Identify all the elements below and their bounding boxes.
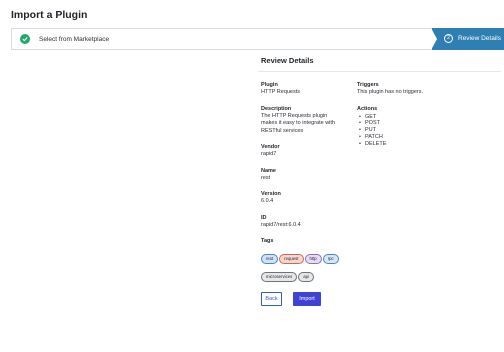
vendor-label: Vendor: [261, 144, 280, 150]
triggers-section: Triggers This plugin has no triggers.: [357, 82, 477, 97]
description-line: RESTful services: [261, 127, 304, 134]
review-heading: Review Details: [261, 56, 314, 65]
id-label: ID: [261, 214, 267, 221]
plugin-capabilities-column: Triggers This plugin has no triggers. Ac…: [357, 82, 477, 147]
step-label: Select from Marketplace: [39, 35, 110, 43]
wizard-stepper: Select from Marketplace 2 Review Details: [11, 28, 504, 50]
version-label: Version: [261, 191, 281, 197]
tag-list: rest request http rpc microservices api: [261, 247, 361, 283]
vendor-value: rapid7: [261, 151, 277, 157]
back-button[interactable]: Back: [261, 292, 282, 306]
tag-chip: api: [298, 272, 314, 282]
tag-chip: rest: [261, 254, 279, 264]
tag-chip: request: [279, 254, 304, 264]
actions-label: Actions: [357, 105, 378, 112]
actions-list: GET POST PUT PATCH DELETE: [357, 114, 477, 148]
tags-label: Tags: [261, 238, 274, 244]
step-number: 2: [444, 34, 453, 43]
tag-chip: microservices: [261, 272, 298, 282]
action-item: PATCH: [357, 134, 477, 141]
page-title: Import a Plugin: [11, 9, 88, 21]
name-section: Name rest: [261, 168, 351, 183]
plugin-details-column: Plugin HTTP Requests Description The HTT…: [261, 82, 351, 283]
name-label: Name: [261, 167, 276, 174]
action-item: PUT: [357, 127, 477, 134]
triggers-value: This plugin has no triggers.: [357, 89, 424, 95]
description-line: makes it easy to integrate with: [261, 120, 335, 126]
triggers-label: Triggers: [357, 82, 379, 88]
import-button[interactable]: Import: [293, 292, 321, 306]
description-section: Description The HTTP Requests plugin mak…: [261, 106, 351, 136]
id-section: ID rapid7/rest:6.0.4: [261, 215, 351, 230]
description-line: The HTTP Requests plugin: [261, 112, 328, 119]
step-review-details[interactable]: 2 Review Details: [431, 28, 504, 50]
name-value: rest: [261, 174, 271, 181]
version-value: 6.0.4: [261, 198, 274, 204]
check-circle-icon: [20, 34, 30, 44]
id-value: rapid7/rest:6.0.4: [261, 221, 301, 228]
version-section: Version 6.0.4: [261, 191, 351, 206]
step-label: Review Details: [458, 35, 501, 42]
plugin-section: Plugin HTTP Requests: [261, 82, 351, 97]
tag-chip: http: [304, 254, 322, 264]
tag-chip: rpc: [322, 254, 339, 264]
description-label: Description: [261, 105, 292, 112]
action-item: GET: [357, 114, 477, 121]
tags-section: Tags rest request http rpc microservices api: [261, 238, 351, 283]
divider: [258, 71, 501, 72]
plugin-value: HTTP Requests: [261, 89, 301, 95]
action-item: POST: [357, 120, 477, 127]
plugin-label: Plugin: [261, 82, 278, 88]
action-item: DELETE: [357, 141, 477, 148]
review-details-panel: Review Details Plugin HTTP Requests Desc…: [258, 56, 501, 306]
vendor-section: Vendor rapid7: [261, 144, 351, 159]
actions-section: Actions GET POST PUT PATCH DELETE: [357, 106, 477, 148]
step-select-from-marketplace[interactable]: Select from Marketplace: [20, 34, 109, 44]
